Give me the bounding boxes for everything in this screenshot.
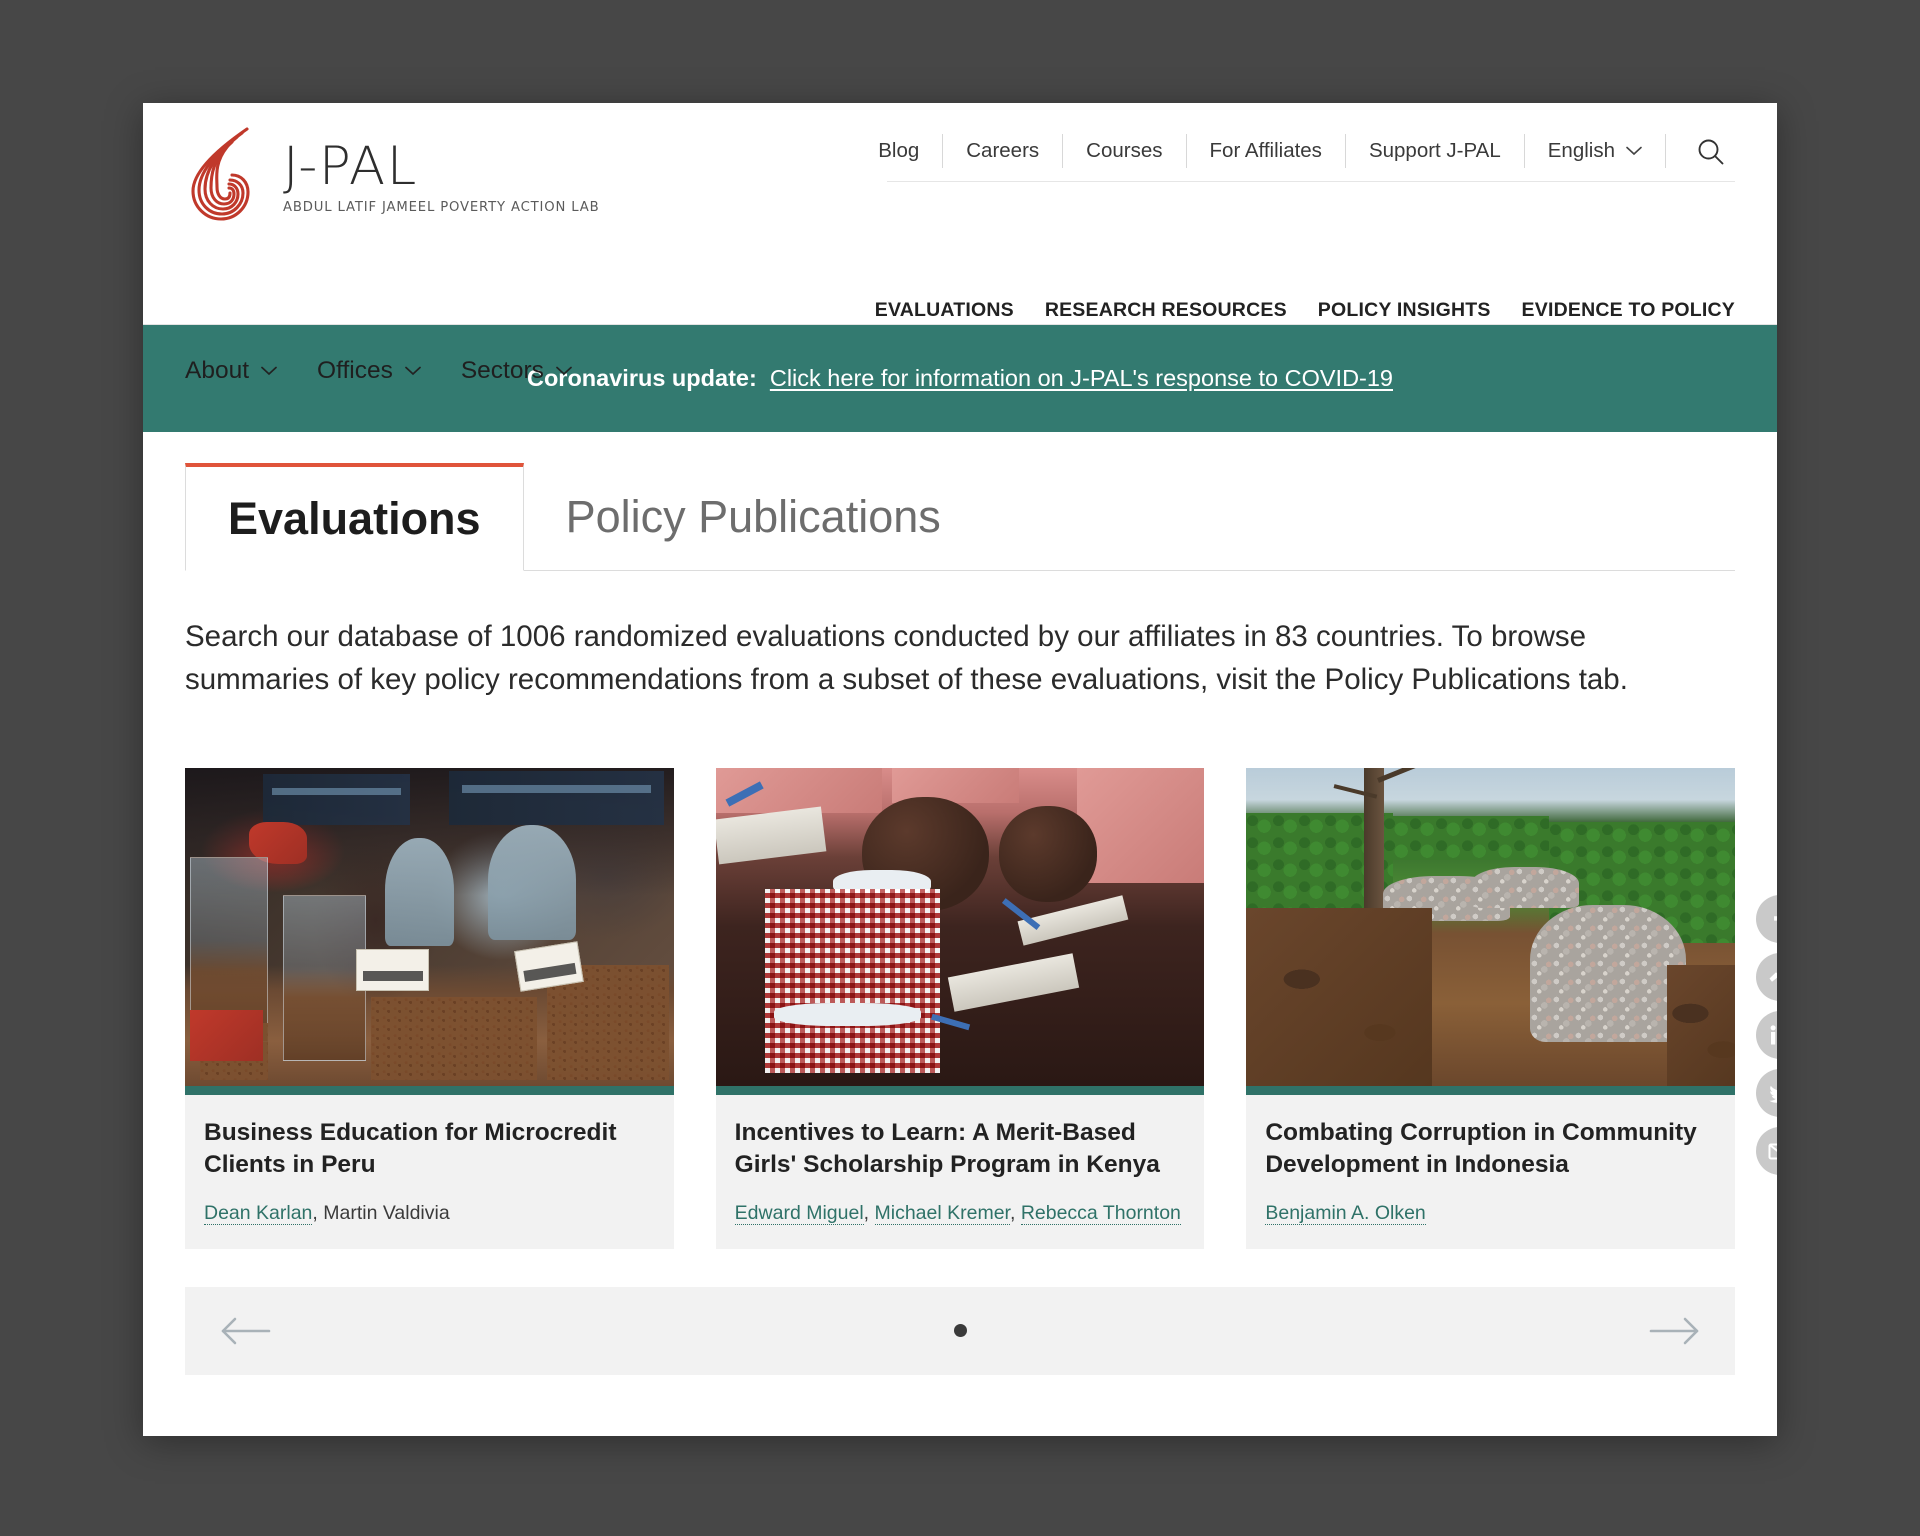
evaluation-card-image [715,768,1205,1087]
chevron-down-icon [1626,146,1642,156]
author-separator: , [1009,1202,1021,1225]
author-link[interactable]: Michael Kremer [874,1202,1010,1226]
secondary-nav: About Offices Sectors [185,357,612,385]
evaluation-card[interactable]: Business Education for Microcredit Clien… [185,768,674,1249]
evaluation-card-body: Combating Corruption in Community Develo… [1246,1095,1735,1249]
evaluation-card-title: Incentives to Learn: A Merit-Based Girls… [734,1119,1160,1178]
carousel-dot[interactable] [953,1324,967,1338]
utility-nav-item-blog[interactable]: Blog [855,140,942,162]
utility-nav-item-careers[interactable]: Careers [943,140,1062,162]
author-separator: , [312,1202,324,1225]
author-link[interactable]: Edward Miguel [734,1202,864,1226]
utility-nav-item-support-jpal[interactable]: Support J-PAL [1346,140,1524,162]
logo-subtitle: ABDUL LATIF JAMEEL POVERTY ACTION LAB [283,199,600,215]
evaluation-card-image [1246,768,1736,1087]
jpal-spiral-logo-icon [191,127,250,221]
linkedin-icon [1770,1025,1776,1045]
sub-nav-label-offices: Offices [317,357,393,384]
chevron-down-icon [261,366,277,376]
linkedin-share-button[interactable] [1756,1011,1777,1059]
evaluation-card-title: Combating Corruption in Community Develo… [1265,1119,1697,1178]
site-logo[interactable]: J-PAL ABDUL LATIF JAMEEL POVERTY ACTION … [185,125,600,225]
card-accent-bar [715,1086,1205,1096]
card-accent-bar [1246,1086,1736,1096]
sub-nav-item-sectors[interactable]: Sectors [461,357,572,385]
search-button[interactable] [1666,137,1735,166]
tab-evaluations[interactable]: Evaluations [185,463,524,571]
main-nav-item-policy-insights[interactable]: POLICY INSIGHTS [1318,299,1491,322]
main-nav: EVALUATIONS RESEARCH RESOURCES POLICY IN… [875,299,1735,322]
social-share-rail [1756,895,1777,1175]
main-nav-item-research-resources[interactable]: RESEARCH RESOURCES [1045,299,1287,322]
site-header: J-PAL ABDUL LATIF JAMEEL POVERTY ACTION … [143,103,1777,384]
twitter-icon [1768,1085,1777,1103]
carousel-prev-button[interactable] [219,1310,271,1352]
evaluation-card-image [185,768,674,1087]
sub-nav-label-sectors: Sectors [460,357,544,384]
evaluation-card-body: Incentives to Learn: A Merit-Based Girls… [716,1095,1205,1249]
messenger-share-button[interactable] [1756,953,1777,1001]
sub-nav-item-about[interactable]: About [185,357,277,385]
search-icon [1698,139,1724,164]
chevron-down-icon [556,366,572,376]
content-tabs: Evaluations Policy Publications [185,463,1735,571]
tab-policy-publications-label: Policy Publications [565,490,941,542]
author-name: Martin Valdivia [323,1202,450,1225]
evaluation-card-authors: Dean Karlan, Martin Valdivia [204,1200,655,1226]
author-link[interactable]: Benjamin A. Olken [1265,1202,1426,1226]
card-accent-bar [185,1086,674,1096]
arrow-left-icon [221,1317,271,1344]
twitter-share-button[interactable] [1756,1069,1777,1117]
utility-nav: Blog Careers Courses For Affiliates Supp… [855,125,1735,177]
main-content: Evaluations Policy Publications Search o… [143,463,1777,1436]
evaluation-card-list: Business Education for Microcredit Clien… [185,768,1736,1249]
evaluation-card-authors: Benjamin A. Olken [1265,1200,1716,1226]
evaluation-card-authors: Edward Miguel, Michael Kremer, Rebecca T… [734,1200,1186,1226]
tab-policy-publications[interactable]: Policy Publications [523,463,983,570]
evaluation-card[interactable]: Combating Corruption in Community Develo… [1246,768,1736,1249]
evaluation-card-body: Business Education for Microcredit Clien… [185,1095,674,1249]
facebook-icon [1774,916,1777,921]
header-divider [887,181,1735,182]
sub-nav-item-offices[interactable]: Offices [317,357,421,385]
chevron-down-icon [404,366,421,376]
sub-nav-label-about: About [185,357,250,384]
email-icon [1768,1143,1777,1160]
facebook-share-button[interactable] [1756,895,1777,943]
utility-nav-item-courses[interactable]: Courses [1063,140,1185,162]
intro-paragraph: Search our database of 1006 randomized e… [185,620,1628,697]
main-nav-item-evidence-to-policy[interactable]: EVIDENCE TO POLICY [1522,299,1735,322]
language-selector[interactable]: English [1525,139,1665,163]
coronavirus-banner-link[interactable]: Click here for information on J-PAL's re… [770,365,1393,391]
browser-page: J-PAL ABDUL LATIF JAMEEL POVERTY ACTION … [143,103,1777,1436]
carousel-next-button[interactable] [1649,1310,1701,1352]
email-share-button[interactable] [1756,1127,1777,1175]
main-nav-item-evaluations[interactable]: EVALUATIONS [875,299,1014,322]
evaluation-card-title: Business Education for Microcredit Clien… [204,1119,617,1178]
tab-evaluations-label: Evaluations [228,492,481,544]
carousel-controls [185,1286,1735,1375]
utility-nav-item-for-affiliates[interactable]: For Affiliates [1187,140,1345,162]
evaluation-card[interactable]: Incentives to Learn: A Merit-Based Girls… [715,768,1205,1249]
author-separator: , [863,1202,875,1225]
author-link[interactable]: Rebecca Thornton [1020,1202,1181,1226]
messenger-icon [1769,972,1777,982]
carousel-dots [953,1324,967,1338]
coronavirus-banner-text: Coronavirus update: Click here for infor… [527,365,1393,392]
arrow-right-icon [1649,1317,1699,1344]
language-selector-label: English [1547,139,1615,162]
logo-title: J-PAL [283,135,418,197]
author-link[interactable]: Dean Karlan [204,1202,313,1226]
